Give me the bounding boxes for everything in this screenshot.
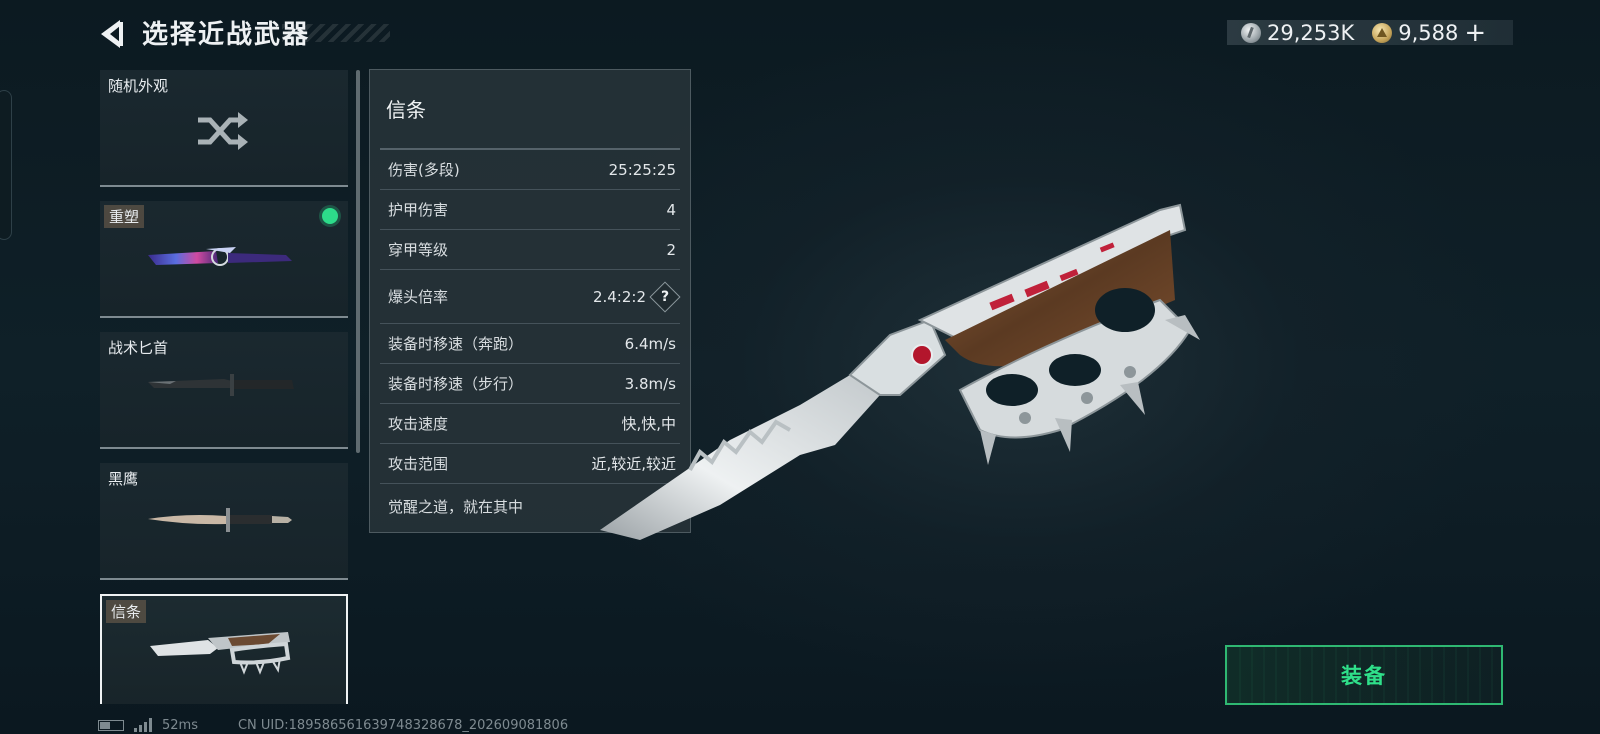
- stat-label: 穿甲等级: [388, 241, 449, 259]
- stat-label: 伤害(多段): [388, 161, 460, 179]
- weapon-showcase-image: [600, 203, 1200, 540]
- currency-bar: 29,253K 9,588 +: [1227, 20, 1513, 46]
- weapon-card-label: 随机外观: [108, 77, 169, 95]
- stat-label: 护甲伤害: [388, 201, 449, 219]
- back-arrow-icon: [101, 20, 123, 48]
- tactical-dagger-image: [148, 374, 294, 396]
- stat-label: 攻击速度: [388, 415, 449, 433]
- weapon-card-label: 黑鹰: [108, 470, 139, 488]
- back-button[interactable]: [98, 18, 126, 50]
- black-hawk-knife-image: [148, 508, 292, 532]
- stat-label: 装备时移速（奔跑）: [388, 335, 524, 353]
- weapon-card-black-hawk[interactable]: 黑鹰: [100, 463, 348, 580]
- silver-currency-amount: 29,253K: [1267, 20, 1355, 45]
- creed-knife-image: [150, 632, 291, 675]
- stat-label: 装备时移速（步行）: [388, 375, 524, 393]
- weapon-list[interactable]: 随机外观 重塑 战术匕首 黑鹰 信条: [100, 70, 348, 704]
- ping-value: 52ms: [162, 717, 198, 733]
- silver-coin-icon: [1241, 22, 1261, 43]
- equip-button-label: 装备: [1341, 664, 1387, 688]
- weapon-list-scrollbar[interactable]: [356, 70, 360, 453]
- gold-currency-amount: 9,588: [1398, 20, 1459, 45]
- page-title: 选择近战武器: [142, 20, 311, 50]
- weapon-card-label: 战术匕首: [108, 339, 169, 357]
- status-bar: 52ms CN UID:18958656163974832867​8_20260…: [98, 716, 568, 734]
- battery-icon: [98, 719, 124, 731]
- stat-label: 爆头倍率: [388, 288, 449, 306]
- player-uid: CN UID:18958656163974832867​8_2026090818…: [237, 717, 569, 733]
- weapon-name: 信条: [386, 98, 426, 122]
- reshape-knife-image: [148, 247, 292, 266]
- stat-label: 攻击范围: [388, 455, 449, 473]
- stat-value: 25:25:25: [608, 160, 676, 179]
- weapon-card-random[interactable]: 随机外观: [100, 70, 348, 187]
- weapon-card-reshape[interactable]: 重塑: [100, 201, 348, 318]
- equipped-indicator: [322, 208, 338, 224]
- stat-row-damage: 伤害(多段) 25:25:25: [380, 150, 680, 190]
- shuffle-icon: [198, 112, 248, 150]
- side-drawer-tab[interactable]: [0, 90, 12, 240]
- weapon-card-label: 信条: [106, 600, 147, 623]
- equip-button[interactable]: 装备: [1225, 645, 1503, 705]
- weapon-card-label: 重塑: [104, 205, 145, 228]
- gold-coin-icon: [1372, 22, 1393, 43]
- weapon-card-tactical-dagger[interactable]: 战术匕首: [100, 332, 348, 449]
- add-currency-button[interactable]: +: [1464, 20, 1486, 46]
- weapon-card-creed[interactable]: 信条: [100, 594, 348, 704]
- signal-icon: [134, 718, 152, 732]
